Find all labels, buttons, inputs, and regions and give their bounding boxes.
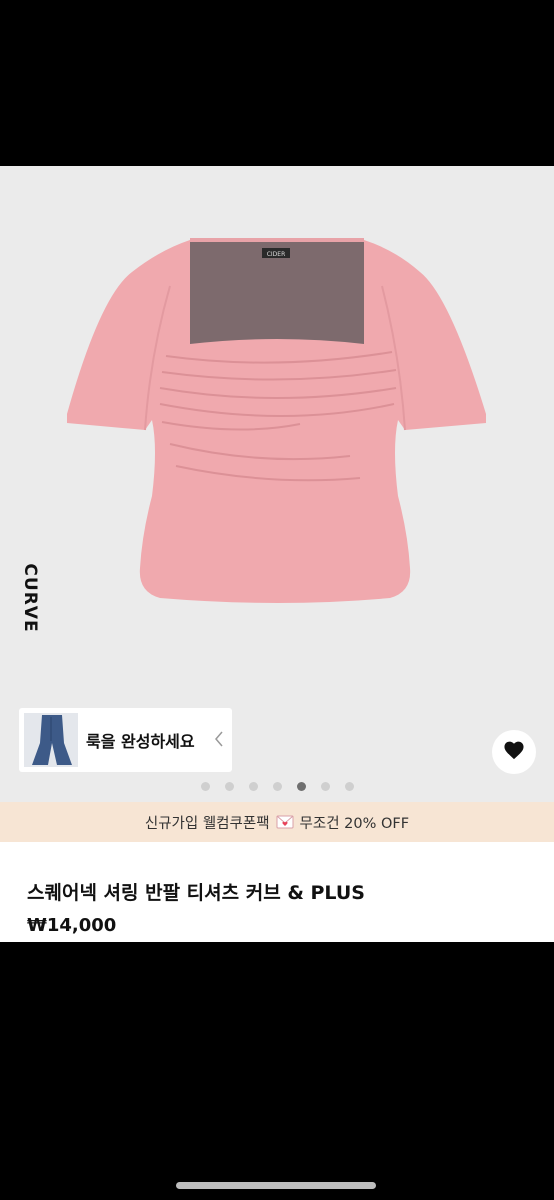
look-thumbnail — [24, 713, 78, 767]
carousel-dot[interactable] — [344, 782, 354, 791]
product-image-gallery[interactable]: CIDER CURVE 룩을 완성하세요 — [0, 166, 554, 802]
chevron-left-icon[interactable] — [214, 730, 224, 752]
product-info: 스퀘어넥 셔링 반팔 티셔츠 커브 & PLUS ₩14,000 — [0, 842, 554, 942]
curve-side-label: CURVE — [20, 563, 40, 633]
top-letterbox — [0, 0, 554, 166]
product-title: 스퀘어넥 셔링 반팔 티셔츠 커브 & PLUS — [27, 882, 365, 904]
carousel-dot-active[interactable] — [296, 782, 306, 791]
welcome-coupon-banner[interactable]: 신규가입 웰컴쿠폰팩 무조건 20% OFF — [0, 802, 554, 842]
bottom-letterbox — [0, 942, 554, 1200]
carousel-dot[interactable] — [248, 782, 258, 791]
carousel-dot[interactable] — [200, 782, 210, 791]
svg-text:CIDER: CIDER — [267, 251, 286, 258]
carousel-dot[interactable] — [272, 782, 282, 791]
product-price: ₩14,000 — [27, 915, 117, 936]
love-letter-icon — [276, 815, 294, 829]
promo-text-before: 신규가입 웰컴쿠폰팩 — [144, 815, 270, 832]
product-photo: CIDER — [67, 238, 486, 603]
heart-icon — [503, 740, 525, 764]
carousel-dot[interactable] — [224, 782, 234, 791]
complete-look-card[interactable]: 룩을 완성하세요 — [19, 708, 232, 772]
promo-text-after: 무조건 20% OFF — [299, 815, 410, 832]
home-indicator[interactable] — [176, 1182, 376, 1189]
complete-look-label: 룩을 완성하세요 — [86, 732, 195, 751]
carousel-dot[interactable] — [320, 782, 330, 791]
carousel-dots — [0, 782, 554, 791]
wishlist-button[interactable] — [492, 730, 536, 774]
